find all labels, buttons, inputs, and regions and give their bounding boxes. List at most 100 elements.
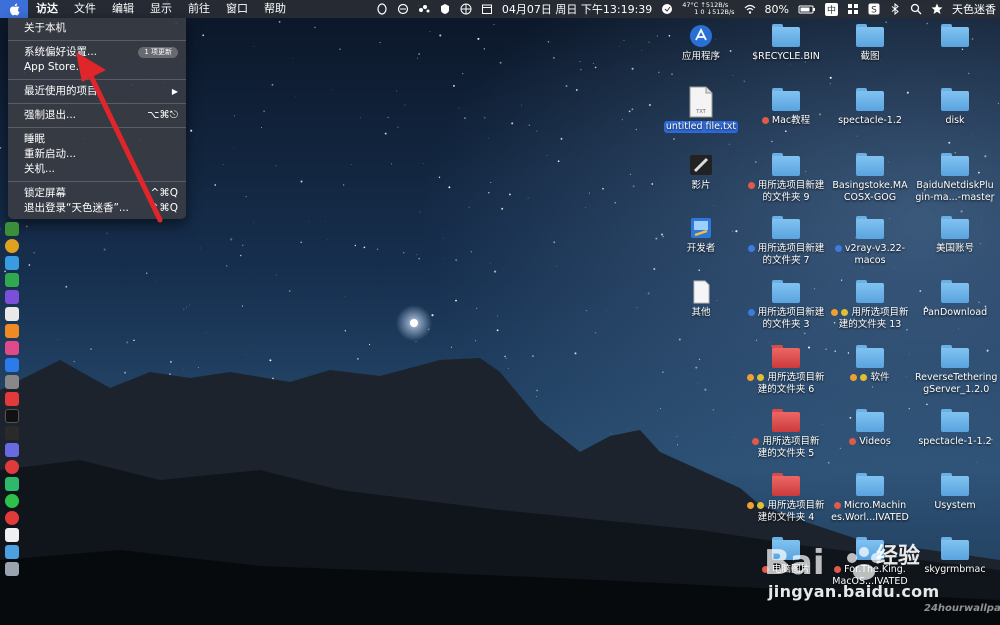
label-line: 的文件夹 7 <box>762 255 810 266</box>
tag-dot-icon <box>834 245 842 252</box>
network-monitor[interactable]: 47°C 1 ↑512B/s 0 ↓512B/s <box>682 2 734 16</box>
user-name[interactable]: 天色迷香 <box>952 1 996 17</box>
menu-view[interactable]: 显示 <box>142 0 180 18</box>
desktop-folder[interactable]: 截图 <box>828 24 912 63</box>
trash-icon[interactable] <box>5 562 19 576</box>
dock-app-icon[interactable] <box>5 426 19 440</box>
dock-app-icon[interactable] <box>5 239 19 253</box>
dock-app-icon[interactable] <box>5 460 19 474</box>
dock-app-icon[interactable] <box>5 409 19 423</box>
dock-app-icon[interactable] <box>5 307 19 321</box>
sync-icon[interactable] <box>397 3 409 15</box>
desktop-folder[interactable]: 用所选项目新建 的文件夹 3 <box>744 280 828 331</box>
folder-icon <box>772 153 800 177</box>
net-down-prefix: 0 <box>700 8 705 16</box>
menu-item-label: 关于本机 <box>24 22 66 34</box>
search-icon[interactable] <box>910 3 922 15</box>
dock-app-icon[interactable] <box>5 477 19 491</box>
label-text: $RECYCLE.BIN <box>752 51 820 62</box>
label-line: BaiduNetdiskPlu <box>916 180 994 191</box>
calendar-icon[interactable] <box>481 3 493 15</box>
desktop-folder[interactable] <box>913 24 997 61</box>
menu-help[interactable]: 帮助 <box>256 0 294 18</box>
desktop-folder[interactable]: $RECYCLE.BIN <box>744 24 828 63</box>
menu-window[interactable]: 窗口 <box>218 0 256 18</box>
desktop-folder[interactable]: disk <box>913 88 997 127</box>
desktop-folder[interactable]: 用所选项目新 建的文件夹 6 <box>744 345 828 396</box>
dock-app-icon[interactable] <box>5 324 19 338</box>
item-label: 用所选项目新 建的文件夹 6 <box>745 372 826 396</box>
desktop-folder[interactable]: BaiduNetdiskPlu gin-ma...-master <box>913 153 997 204</box>
dock-app-icon[interactable] <box>5 528 19 542</box>
desktop-item-untitled-file[interactable]: TXT untitled file.txt <box>659 86 743 133</box>
desktop-item-other[interactable]: 其他 <box>659 280 743 319</box>
apps-icon <box>687 24 715 48</box>
dock-app-icon[interactable] <box>5 273 19 287</box>
desktop-folder[interactable]: 软件 <box>828 345 912 384</box>
menu-bar: 访达 文件 编辑 显示 前往 窗口 帮助 04月07日 周日 下午13:19:3… <box>0 0 1000 18</box>
desktop-folder[interactable]: Basingstoke.MA COSX-GOG <box>828 153 912 204</box>
folder-icon <box>772 216 800 240</box>
menu-finder[interactable]: 访达 <box>28 0 66 18</box>
s-app-icon[interactable]: S <box>868 3 880 15</box>
desktop-folder[interactable]: Mac教程 <box>744 88 828 127</box>
item-label: Micro.Machin es.Worl...IVATED <box>829 500 911 524</box>
menu-item-about-this-mac[interactable]: 关于本机 <box>8 21 186 36</box>
menu-go[interactable]: 前往 <box>180 0 218 18</box>
dock-app-icon[interactable] <box>5 341 19 355</box>
dock-app-icon[interactable] <box>5 358 19 372</box>
desktop-folder[interactable]: PanDownload <box>913 280 997 319</box>
tag-dot-icon <box>752 438 760 445</box>
desktop-folder[interactable]: 美国账号 <box>913 216 997 255</box>
dock-app-icon[interactable] <box>5 545 19 559</box>
desktop-folder[interactable]: Micro.Machin es.Worl...IVATED <box>828 473 912 524</box>
clock-text[interactable]: 04月07日 周日 下午13:19:39 <box>502 1 652 17</box>
input-method[interactable]: 中 <box>824 2 838 16</box>
desktop-folder[interactable]: spectacle-1-1.2 <box>913 409 997 448</box>
desktop-folder[interactable]: 用所选项目新建 的文件夹 7 <box>744 216 828 267</box>
desktop-folder[interactable]: 用所选项目新建 的文件夹 9 <box>744 153 828 204</box>
desktop-folder[interactable]: v2ray-v3.22- macos <box>828 216 912 267</box>
security-icon[interactable] <box>661 3 673 15</box>
dock-app-icon[interactable] <box>5 256 19 270</box>
desktop-folder[interactable]: 用所选项目新 建的文件夹 4 <box>744 473 828 524</box>
baidu-watermark-url: jingyan.baidu.com <box>768 582 940 601</box>
dock-app-icon[interactable] <box>5 222 19 236</box>
grid-icon[interactable] <box>847 3 859 15</box>
wifi-icon[interactable] <box>744 3 756 15</box>
folder-icon <box>941 345 969 369</box>
tag-dot-icon <box>850 374 858 381</box>
dock-app-icon[interactable] <box>5 494 19 508</box>
desktop-folder[interactable]: ReverseTethering gServer_1.2.0 <box>913 345 997 396</box>
desktop-folder[interactable]: Usystem <box>913 473 997 512</box>
item-label: 截图 <box>858 51 881 63</box>
desktop-folder[interactable]: 用所选项目新 建的文件夹 13 <box>828 280 912 331</box>
globe-icon[interactable] <box>460 3 472 15</box>
battery-icon[interactable] <box>798 3 816 15</box>
dock-app-icon[interactable] <box>5 290 19 304</box>
menu-file[interactable]: 文件 <box>66 0 104 18</box>
desktop-item-developer[interactable]: 开发者 <box>659 216 743 255</box>
bluetooth-icon[interactable] <box>889 3 901 15</box>
cloud-dots-icon[interactable] <box>418 3 430 15</box>
dock-app-icon[interactable] <box>5 511 19 525</box>
label-line: gServer_1.2.0 <box>923 384 990 395</box>
desktop-folder[interactable]: 用所选项目新 建的文件夹 5 <box>744 409 828 460</box>
shield-icon[interactable] <box>439 3 451 15</box>
desktop-folder[interactable]: Videos <box>828 409 912 448</box>
folder-icon <box>941 153 969 177</box>
star-icon[interactable] <box>931 3 943 15</box>
item-label: 开发者 <box>686 243 716 254</box>
dock-app-icon[interactable] <box>5 392 19 406</box>
dock-app-icon[interactable] <box>5 375 19 389</box>
apple-menu-button[interactable] <box>0 0 28 18</box>
desktop-item-movies[interactable]: 影片 <box>659 153 743 192</box>
desktop-item-applications[interactable]: 应用程序 <box>659 24 743 63</box>
dock-app-icon[interactable] <box>5 443 19 457</box>
menu-edit[interactable]: 编辑 <box>104 0 142 18</box>
desktop-folder[interactable]: spectacle-1.2 <box>828 88 912 127</box>
qq-icon[interactable] <box>376 3 388 15</box>
battery-percent[interactable]: 80% <box>765 3 789 16</box>
folder-icon <box>772 88 800 112</box>
apple-icon <box>9 3 19 15</box>
